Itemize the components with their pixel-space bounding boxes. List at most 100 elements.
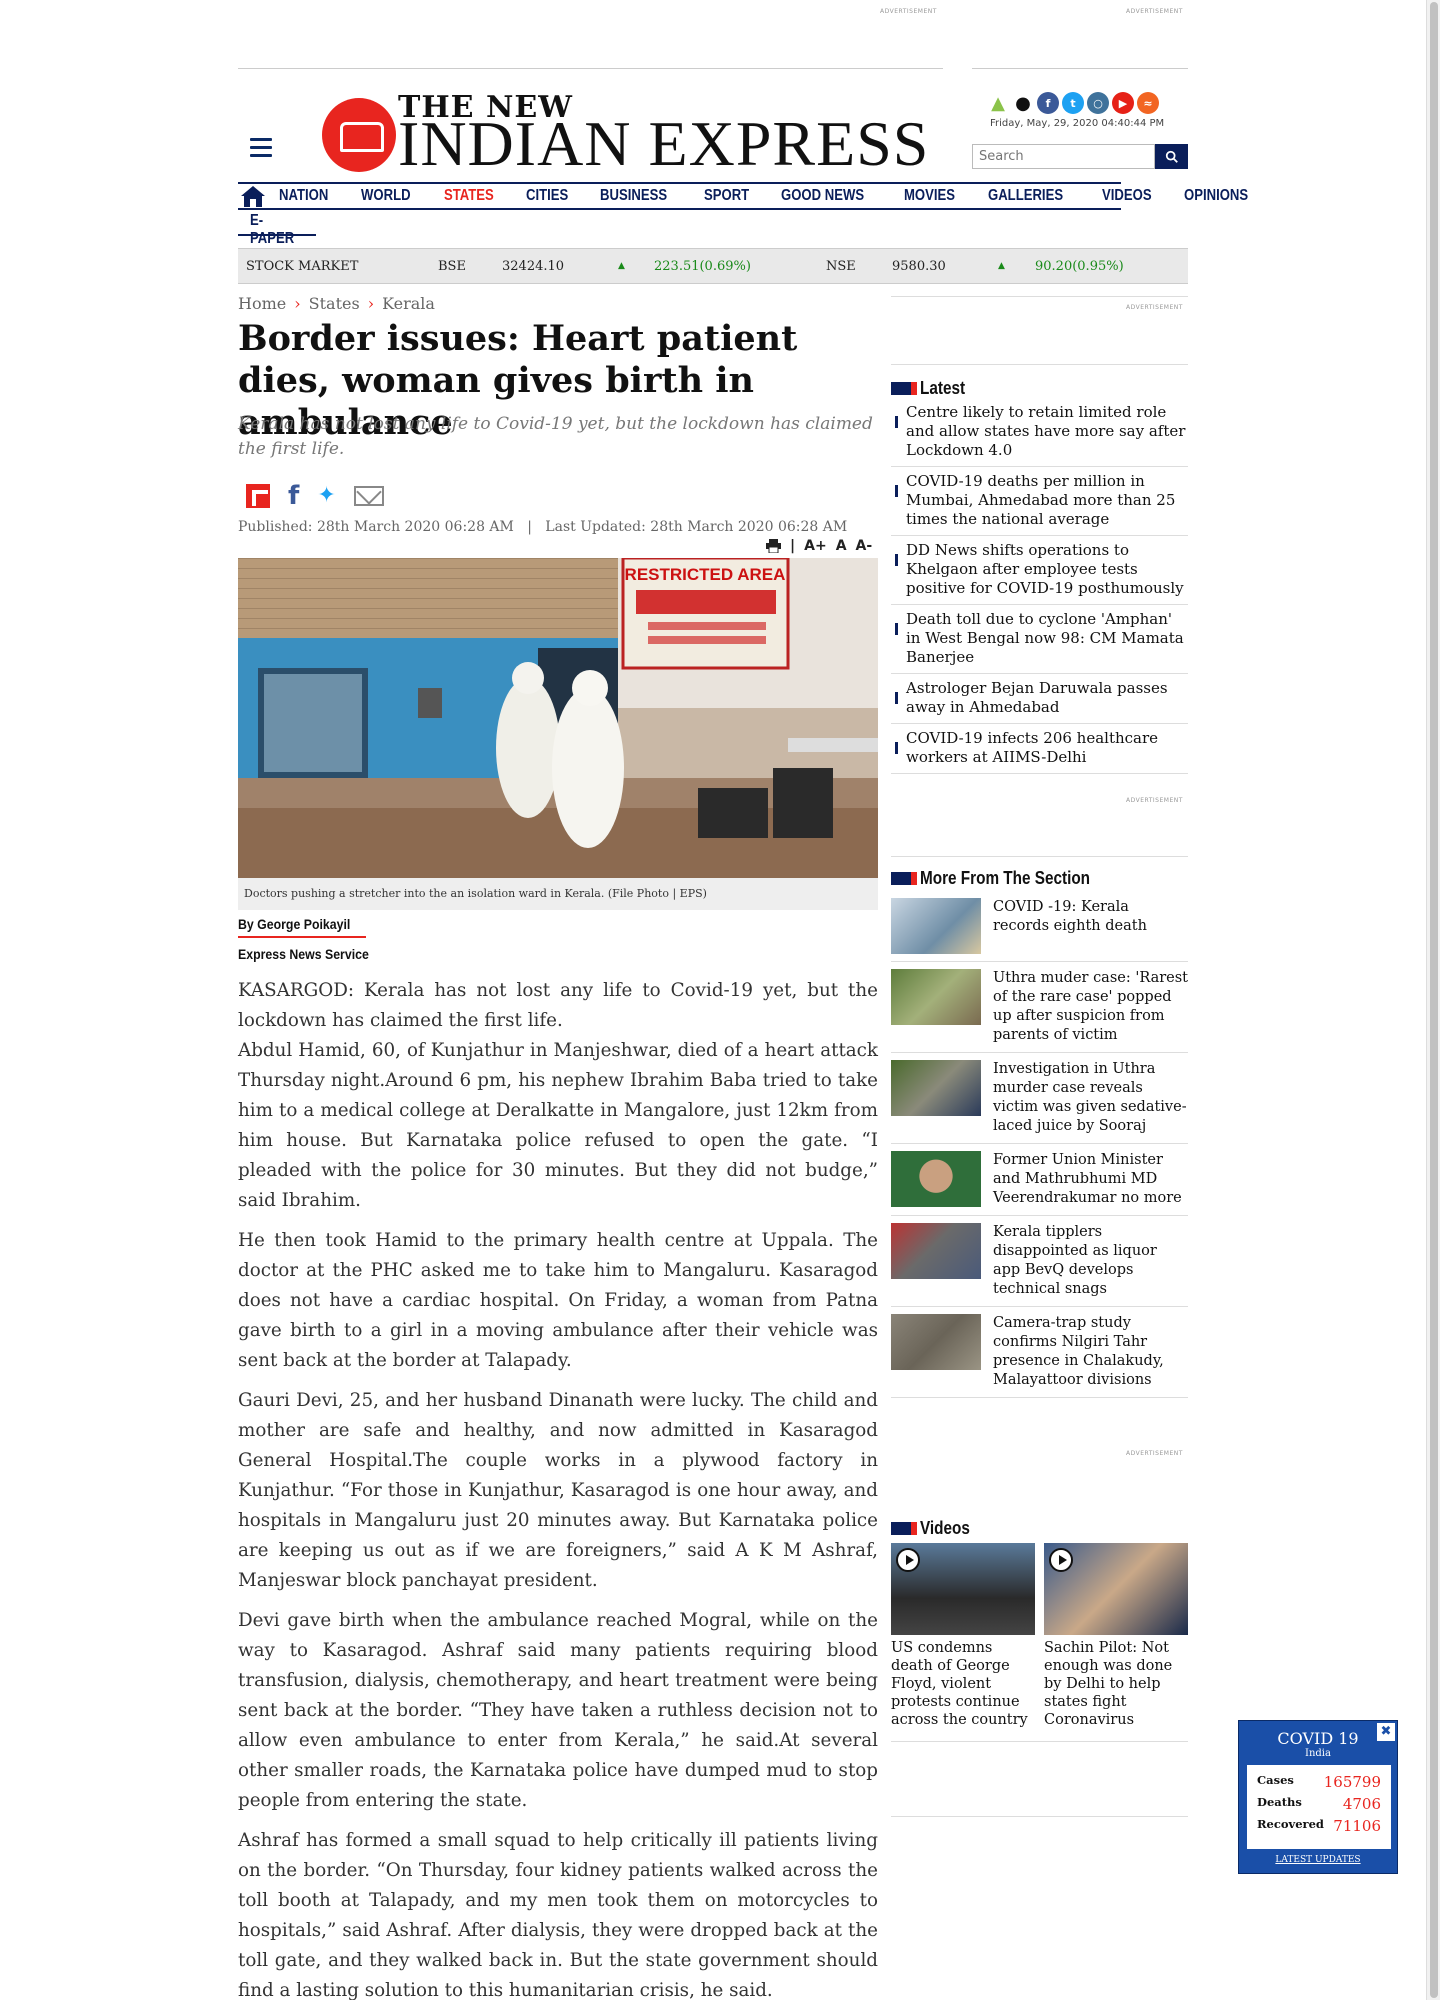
more-title-text: More From The Section <box>920 868 1091 888</box>
video-thumb <box>1044 1543 1188 1635</box>
more-item-title: Kerala tipplers disappointed as liquor a… <box>993 1224 1157 1297</box>
facebook-share-icon[interactable]: f <box>288 483 299 509</box>
header-divider-left <box>238 68 943 69</box>
more-item-title: Uthra muder case: 'Rarest of the rare ca… <box>993 970 1189 1043</box>
breadcrumb-kerala[interactable]: Kerala <box>382 294 435 313</box>
nav-states[interactable]: STATES <box>444 187 494 205</box>
apple-icon[interactable]: ● <box>1012 92 1034 114</box>
facebook-icon[interactable]: f <box>1037 92 1059 114</box>
more-item[interactable]: Uthra muder case: 'Rarest of the rare ca… <box>891 962 1188 1053</box>
video-card[interactable]: US condemns death of George Floyd, viole… <box>891 1543 1035 1729</box>
nse-up-arrow-icon: ▲ <box>998 261 1005 271</box>
news-service-text: Express News Service <box>238 946 369 962</box>
covid-title: COVID 19 <box>1277 1729 1359 1748</box>
news-service: Express News Service <box>238 946 387 962</box>
breadcrumb: Home › States › Kerala <box>238 294 435 313</box>
video-card[interactable]: Sachin Pilot: Not enough was done by Del… <box>1044 1543 1188 1729</box>
android-icon[interactable]: ▲ <box>987 92 1009 114</box>
more-title: More From The Section <box>891 868 1188 889</box>
photo-sign-text: RESTRICTED AREA <box>625 565 786 584</box>
covid-label-deaths: Deaths <box>1257 1795 1302 1809</box>
more-item[interactable]: Kerala tipplers disappointed as liquor a… <box>891 1216 1188 1307</box>
latest-item[interactable]: Centre likely to retain limited role and… <box>891 403 1188 467</box>
covid-stats: Cases 165799 Deaths 4706 Recovered 71106 <box>1247 1765 1391 1849</box>
latest-section: Latest Centre likely to retain limited r… <box>891 378 1188 779</box>
youtube-icon[interactable]: ▶ <box>1112 92 1134 114</box>
nav-opinions[interactable]: OPINIONS <box>1184 187 1248 205</box>
covid-value-deaths: 4706 <box>1342 1795 1381 1813</box>
breadcrumb-states[interactable]: States <box>309 294 360 313</box>
home-icon[interactable] <box>238 183 268 209</box>
nav-good-news[interactable]: GOOD NEWS <box>781 187 864 205</box>
bse-label: BSE <box>438 259 466 274</box>
nav-epaper[interactable]: E-PAPER <box>238 212 316 247</box>
sidebar-divider <box>891 296 1188 297</box>
latest-item[interactable]: Astrologer Bejan Daruwala passes away in… <box>891 679 1188 724</box>
article-byline[interactable]: By George Poikayil <box>238 916 366 938</box>
logo-text-main[interactable]: INDIAN EXPRESS <box>398 112 929 176</box>
close-icon[interactable]: ✖ <box>1377 1723 1395 1741</box>
covid-value-recovered: 71106 <box>1333 1817 1381 1835</box>
videos-title-text: Videos <box>920 1518 970 1538</box>
stock-label: STOCK MARKET <box>246 259 359 274</box>
breadcrumb-home[interactable]: Home <box>238 294 286 313</box>
social-icons: ▲ ● f t ○ ▶ ≈ <box>987 92 1159 114</box>
flipboard-icon[interactable] <box>246 484 270 508</box>
twitter-icon[interactable]: t <box>1062 92 1084 114</box>
nav-world[interactable]: WORLD <box>361 187 411 205</box>
latest-item[interactable]: COVID-19 deaths per million in Mumbai, A… <box>891 472 1188 536</box>
nav-galleries[interactable]: GALLERIES <box>988 187 1063 205</box>
nav-business[interactable]: BUSINESS <box>600 187 667 205</box>
twitter-share-icon[interactable]: ✦ <box>317 484 335 508</box>
page-scrollbar[interactable] <box>1426 0 1440 2000</box>
rss-icon[interactable]: ≈ <box>1137 92 1159 114</box>
logo-emblem-icon[interactable] <box>322 98 396 172</box>
covid-region: India <box>1305 1748 1331 1759</box>
nav-epaper-label: E-PAPER <box>250 212 295 247</box>
search-button[interactable] <box>1155 144 1188 169</box>
nav-sport[interactable]: SPORT <box>704 187 749 205</box>
play-icon[interactable] <box>1049 1548 1073 1572</box>
font-reset-button[interactable]: A <box>836 538 847 554</box>
more-item[interactable]: Investigation in Uthra murder case revea… <box>891 1053 1188 1144</box>
tools-separator: | <box>790 538 796 554</box>
chevron-right-icon: › <box>294 294 301 313</box>
article-subhead: Kerala has not lost any life to Covid-19… <box>238 414 873 459</box>
latest-item[interactable]: DD News shifts operations to Khelgaon af… <box>891 541 1188 605</box>
nav-videos[interactable]: VIDEOS <box>1102 187 1152 205</box>
play-icon[interactable] <box>896 1548 920 1572</box>
print-icon[interactable] <box>766 539 781 553</box>
more-item[interactable]: COVID -19: Kerala records eighth death <box>891 891 1188 962</box>
font-increase-button[interactable]: A+ <box>804 538 827 554</box>
article-paragraph: Abdul Hamid, 60, of Kunjathur in Manjesh… <box>238 1040 878 1211</box>
more-item[interactable]: Camera-trap study confirms Nilgiri Tahr … <box>891 1307 1188 1398</box>
covid-updates-link[interactable]: LATEST UPDATES <box>1239 1855 1397 1865</box>
covid-label-cases: Cases <box>1257 1773 1294 1787</box>
search-input[interactable] <box>972 144 1155 169</box>
covid-widget: ✖ COVID 19 India Cases 165799 Deaths 4706 … <box>1238 1720 1398 1874</box>
scrollbar-thumb[interactable] <box>1430 2 1438 1998</box>
latest-item[interactable]: Death toll due to cyclone 'Amphan' in We… <box>891 610 1188 674</box>
video-title: Sachin Pilot: Not enough was done by Del… <box>1044 1640 1173 1728</box>
article-tools: | A+ A A- <box>766 538 872 554</box>
menu-icon[interactable] <box>250 138 272 162</box>
article-paragraph: Devi gave birth when the ambulance reach… <box>238 1610 878 1811</box>
nse-change: 90.20(0.95%) <box>1035 259 1124 274</box>
stock-ticker: STOCK MARKET BSE 32424.10 ▲ 223.51(0.69%… <box>238 248 1188 284</box>
more-thumb <box>891 1060 981 1116</box>
latest-title: Latest <box>891 378 1188 399</box>
more-item-title: Former Union Minister and Mathrubhumi MD… <box>993 1152 1182 1206</box>
font-decrease-button[interactable]: A- <box>856 538 873 554</box>
more-thumb <box>891 969 981 1025</box>
nav-nation[interactable]: NATION <box>279 187 328 205</box>
latest-item[interactable]: COVID-19 infects 206 healthcare workers … <box>891 729 1188 774</box>
more-thumb <box>891 1151 981 1207</box>
email-share-icon[interactable] <box>353 486 384 506</box>
nav-cities[interactable]: CITIES <box>526 187 568 205</box>
more-item[interactable]: Former Union Minister and Mathrubhumi MD… <box>891 1144 1188 1216</box>
search-icon <box>1165 150 1178 163</box>
video-thumb <box>891 1543 1035 1635</box>
more-section: More From The Section COVID -19: Kerala … <box>891 868 1188 1398</box>
nav-movies[interactable]: MOVIES <box>904 187 955 205</box>
instagram-icon[interactable]: ○ <box>1087 92 1109 114</box>
